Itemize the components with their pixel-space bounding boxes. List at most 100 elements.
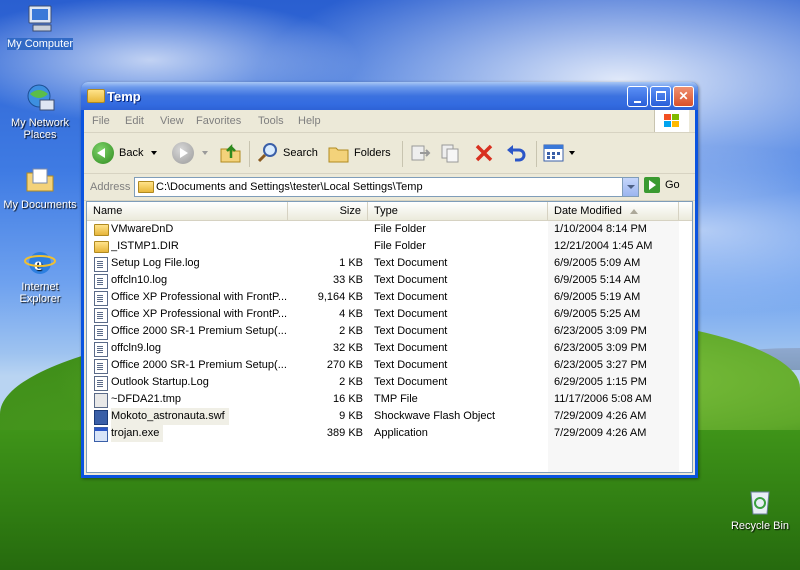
file-row[interactable]: offcln9.log 32 KB Text Document 6/23/2005 3… (87, 340, 679, 357)
file-row[interactable]: Office XP Professional with FrontP... 9,1… (87, 289, 679, 306)
file-date-modified: 6/23/2005 3:09 PM (554, 342, 647, 354)
maximize-button[interactable] (650, 86, 671, 107)
file-date-modified: 6/9/2005 5:25 AM (554, 308, 641, 320)
back-arrow-icon (92, 142, 114, 164)
standard-toolbar: Back Search Folders (84, 133, 695, 174)
toolbar-separator (249, 141, 250, 167)
folder-icon (94, 224, 109, 236)
back-dropdown-icon (151, 151, 158, 155)
close-button[interactable]: ✕ (673, 86, 694, 107)
maximize-icon (655, 91, 666, 101)
file-row[interactable]: offcln10.log 33 KB Text Document 6/9/2005 5… (87, 272, 679, 289)
column-header-date-modified[interactable]: Date Modified (548, 202, 679, 220)
column-header-label: Name (93, 205, 123, 217)
menu-bar: File Edit View Favorites Tools Help (84, 110, 695, 133)
desktop-icon-label: My Computer (6, 38, 74, 50)
file-date-modified: 6/9/2005 5:09 AM (554, 257, 641, 269)
minimize-button[interactable] (627, 86, 648, 107)
views-dropdown-icon (569, 151, 575, 155)
desktop-icon-internet-explorer[interactable]: e Internet Explorer (0, 246, 80, 305)
file-size: 9,164 KB (317, 291, 363, 303)
file-type: Application (374, 427, 428, 439)
file-size: 270 KB (326, 359, 363, 371)
desktop-icon-label: My Documents (3, 199, 77, 211)
text-document-icon (94, 342, 108, 357)
file-size: 1 KB (339, 257, 363, 269)
menu-help[interactable]: Help (298, 115, 321, 127)
address-dropdown-button[interactable] (622, 178, 638, 196)
windows-logo (654, 110, 689, 132)
file-date-modified: 6/23/2005 3:27 PM (554, 359, 647, 371)
column-header-size[interactable]: Size (288, 202, 368, 220)
flash-file-icon (94, 410, 108, 425)
file-row[interactable]: Office 2000 SR-1 Premium Setup(... 270 KB… (87, 357, 679, 374)
file-row[interactable]: Mokoto_astronauta.swf 9 KB Shockwave Flash… (87, 408, 679, 425)
copy-to-button[interactable] (439, 139, 463, 167)
window-title: Temp (107, 89, 141, 104)
file-row[interactable]: ~DFDA21.tmp 16 KB TMP File 11/17/2006 5:08 … (87, 391, 679, 408)
file-date-modified: 6/9/2005 5:14 AM (554, 274, 641, 286)
desktop-icon-recycle-bin[interactable]: Recycle Bin (720, 485, 800, 532)
file-list-view[interactable]: Name Size Type Date Modified VMwareDnD Fi… (86, 201, 693, 473)
views-button[interactable] (542, 139, 575, 167)
minimize-icon (634, 101, 641, 103)
column-header-name[interactable]: Name (87, 202, 288, 220)
text-document-icon (94, 257, 108, 272)
file-date-modified: 6/9/2005 5:19 AM (554, 291, 641, 303)
file-size: 33 KB (333, 274, 363, 286)
file-type: Shockwave Flash Object (374, 410, 496, 422)
move-to-button[interactable] (408, 139, 432, 167)
address-label: Address (90, 181, 131, 193)
up-folder-button[interactable] (219, 139, 243, 167)
explorer-window: Temp ✕ File Edit View Favorites Tools He… (81, 82, 698, 478)
move-to-icon (411, 145, 431, 161)
folder-icon (138, 181, 154, 193)
internet-explorer-icon: e (24, 246, 56, 278)
windows-flag-icon (664, 114, 680, 128)
desktop-icon-my-documents[interactable]: My Documents (0, 164, 80, 211)
file-name: Mokoto_astronauta.swf (111, 408, 229, 425)
search-button[interactable]: Search (256, 139, 318, 167)
menu-edit[interactable]: Edit (125, 115, 144, 127)
desktop-icon-label: Recycle Bin (730, 520, 790, 532)
file-row[interactable]: Office XP Professional with FrontP... 4 K… (87, 306, 679, 323)
menu-tools[interactable]: Tools (258, 115, 284, 127)
sort-ascending-icon (629, 208, 638, 214)
folders-button[interactable]: Folders (327, 139, 391, 167)
file-date-modified: 7/29/2009 4:26 AM (554, 410, 647, 422)
menu-view[interactable]: View (160, 115, 184, 127)
file-name: offcln10.log (111, 274, 168, 286)
back-button[interactable]: Back (92, 139, 158, 167)
forward-button[interactable] (172, 139, 208, 167)
delete-button[interactable] (472, 139, 496, 167)
text-document-icon (94, 291, 108, 306)
file-date-modified: 6/29/2005 1:15 PM (554, 376, 647, 388)
copy-to-icon (441, 144, 459, 163)
file-row[interactable]: Setup Log File.log 1 KB Text Document 6/9/2… (87, 255, 679, 272)
undo-button[interactable] (504, 139, 528, 167)
file-row[interactable]: Office 2000 SR-1 Premium Setup(... 2 KB Te… (87, 323, 679, 340)
column-header-type[interactable]: Type (368, 202, 548, 220)
file-row[interactable]: trojan.exe 389 KB Application 7/29/2009 4:2… (87, 425, 679, 442)
delete-icon (475, 144, 493, 162)
menu-favorites[interactable]: Favorites (196, 115, 241, 127)
file-name: Office 2000 SR-1 Premium Setup(... (111, 359, 287, 371)
file-size: 4 KB (339, 308, 363, 320)
menu-file[interactable]: File (92, 115, 110, 127)
desktop-icon-my-computer[interactable]: My Computer (0, 3, 80, 50)
go-button[interactable]: Go (644, 177, 680, 193)
file-name: _ISTMP1.DIR (111, 240, 179, 252)
desktop-icon-my-network-places[interactable]: My Network Places (0, 82, 80, 141)
file-type: Text Document (374, 342, 448, 354)
file-date-modified: 11/17/2006 5:08 AM (554, 393, 652, 405)
go-label: Go (665, 179, 680, 191)
window-titlebar[interactable]: Temp ✕ (81, 82, 698, 110)
address-input[interactable]: C:\Documents and Settings\tester\Local S… (134, 177, 639, 197)
up-folder-icon (220, 143, 241, 163)
application-icon (94, 427, 108, 442)
file-row[interactable]: _ISTMP1.DIR File Folder 12/21/2004 1:45 AM (87, 238, 679, 255)
file-row[interactable]: VMwareDnD File Folder 1/10/2004 8:14 PM (87, 221, 679, 238)
file-type: Text Document (374, 325, 448, 337)
file-row[interactable]: Outlook Startup.Log 2 KB Text Document 6/29… (87, 374, 679, 391)
folders-label: Folders (354, 147, 391, 159)
